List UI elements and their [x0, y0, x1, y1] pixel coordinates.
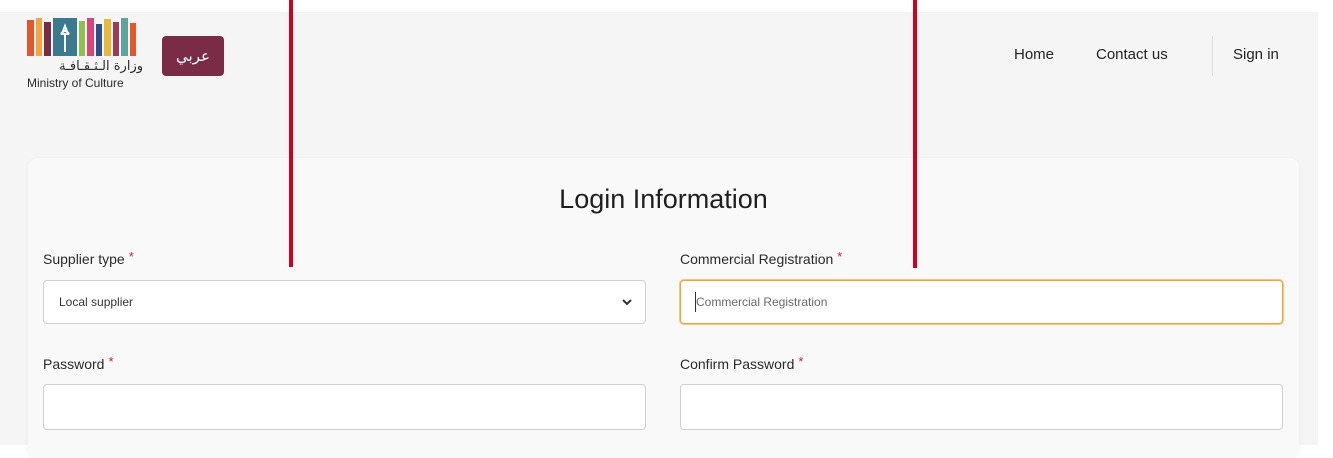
commercial-registration-placeholder: Commercial Registration	[696, 295, 828, 309]
nav-contact-link[interactable]: Contact us	[1096, 46, 1168, 63]
confirm-password-label: Confirm Password *	[680, 354, 804, 372]
commercial-registration-label-text: Commercial Registration	[680, 251, 834, 267]
commercial-registration-label: Commercial Registration *	[680, 249, 843, 267]
required-asterisk: *	[108, 354, 114, 369]
password-input[interactable]	[43, 384, 646, 430]
text-cursor	[695, 292, 696, 312]
nav-divider	[1212, 36, 1213, 76]
confirm-password-input[interactable]	[680, 384, 1283, 430]
language-toggle-button[interactable]: عربي	[162, 36, 224, 76]
annotation-line-left	[289, 0, 293, 267]
commercial-registration-input[interactable]: Commercial Registration	[680, 280, 1283, 324]
annotation-line-right	[913, 0, 917, 268]
required-asterisk: *	[798, 354, 804, 369]
logo-english-text: Ministry of Culture	[27, 76, 124, 90]
form-title: Login Information	[559, 184, 768, 214]
supplier-type-label: Supplier type *	[43, 249, 134, 267]
supplier-type-label-text: Supplier type	[43, 251, 125, 267]
logo-bars-graphic	[27, 18, 136, 56]
ministry-logo[interactable]: وزارة الـثـقـافـة Ministry of Culture	[27, 18, 149, 94]
nav-home-link[interactable]: Home	[1014, 46, 1054, 63]
required-asterisk: *	[837, 249, 843, 264]
logo-arabic-text: وزارة الـثـقـافـة	[59, 59, 143, 74]
password-label-text: Password	[43, 356, 105, 372]
password-label: Password *	[43, 354, 114, 372]
supplier-type-value: Local supplier	[59, 295, 134, 309]
confirm-password-label-text: Confirm Password	[680, 356, 795, 372]
sign-in-link[interactable]: Sign in	[1233, 46, 1279, 63]
supplier-type-select[interactable]: Local supplier	[43, 280, 646, 324]
required-asterisk: *	[128, 249, 134, 264]
chevron-down-icon	[622, 299, 632, 306]
